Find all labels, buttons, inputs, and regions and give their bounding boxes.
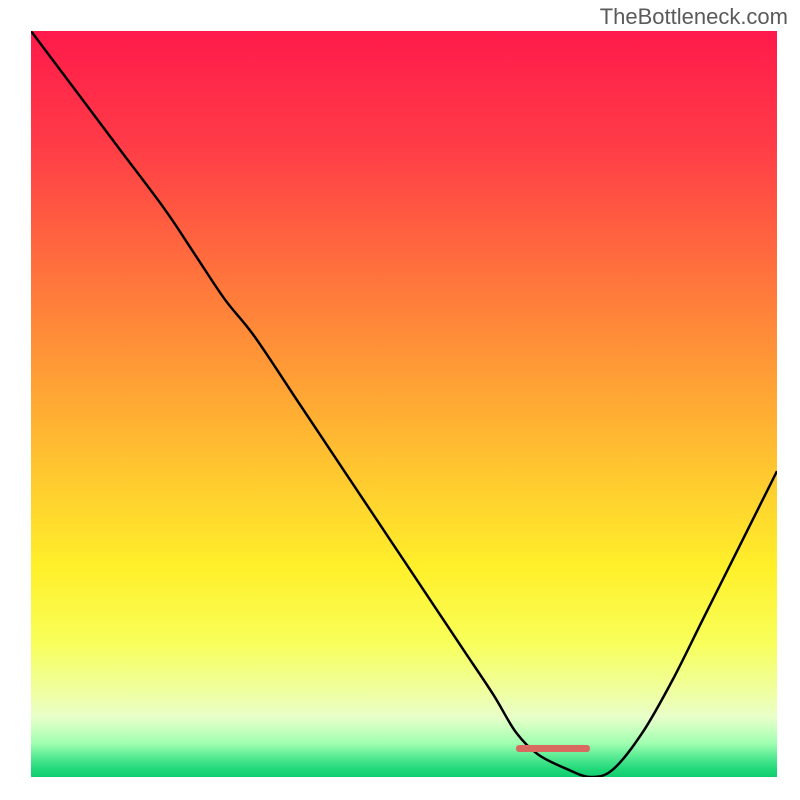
watermark-text: TheBottleneck.com <box>600 4 788 30</box>
plot-area <box>31 31 777 777</box>
gradient-background <box>31 31 777 777</box>
chart-svg <box>31 31 777 777</box>
optimal-range-marker <box>516 745 591 752</box>
